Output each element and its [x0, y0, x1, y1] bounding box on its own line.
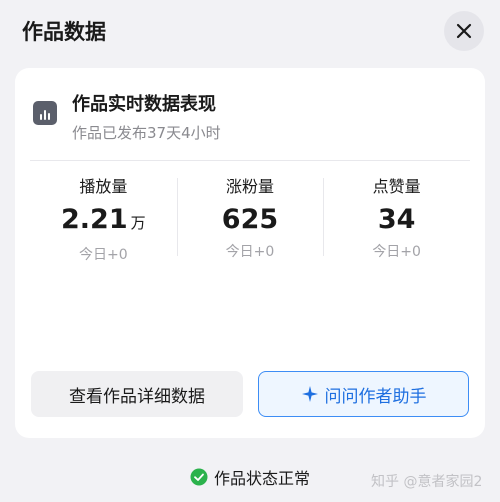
check-circle-icon [190, 468, 208, 486]
header: 作品数据 [0, 0, 500, 64]
stat-today: 今日+0 [225, 244, 275, 260]
stat-today: 今日+0 [372, 244, 421, 260]
ask-assistant-button[interactable]: 问问作者助手 [258, 371, 469, 417]
close-button[interactable] [444, 11, 484, 51]
view-details-button[interactable]: 查看作品详细数据 [31, 371, 243, 417]
stat-plays: 播放量 2.21 万 今日+0 [30, 176, 177, 266]
stat-value: 625 [177, 204, 324, 236]
stat-label: 播放量 [79, 177, 128, 196]
status-indicator: 作品状态正常 [190, 465, 310, 489]
stat-number: 2.21 [61, 204, 128, 235]
stat-followers: 涨粉量 625 今日+0 [176, 176, 324, 266]
performance-title: 作品实时数据表现 [72, 94, 216, 115]
chart-icon [33, 101, 57, 125]
published-duration: 作品已发布37天4小时 [72, 124, 221, 142]
watermark: 知乎 @意者家园2 [371, 474, 483, 490]
stat-value: 34 [323, 204, 470, 236]
stat-today: 今日+0 [79, 247, 128, 263]
stat-number: 34 [377, 204, 416, 235]
work-data-sheet: 作品数据 作品实时数据表现 作品已发布37天4小时 播放量 2.21 万 今日+0… [0, 0, 500, 502]
stat-label: 点赞量 [372, 177, 421, 196]
stat-likes: 点赞量 34 今日+0 [323, 176, 470, 266]
close-icon [456, 23, 472, 39]
divider [30, 160, 470, 161]
stats-row: 播放量 2.21 万 今日+0 涨粉量 625 今日+0 点赞量 34 今日+0 [30, 176, 470, 266]
stat-number: 625 [221, 204, 279, 235]
sparkle-icon [301, 386, 318, 402]
stat-unit: 万 [130, 214, 146, 232]
stat-label: 涨粉量 [225, 177, 274, 196]
page-title: 作品数据 [22, 20, 106, 44]
data-card: 作品实时数据表现 作品已发布37天4小时 播放量 2.21 万 今日+0 涨粉量 … [15, 68, 485, 438]
assistant-label: 问问作者助手 [324, 386, 427, 407]
status-text: 作品状态正常 [214, 469, 311, 488]
stat-value: 2.21 万 [30, 204, 177, 239]
